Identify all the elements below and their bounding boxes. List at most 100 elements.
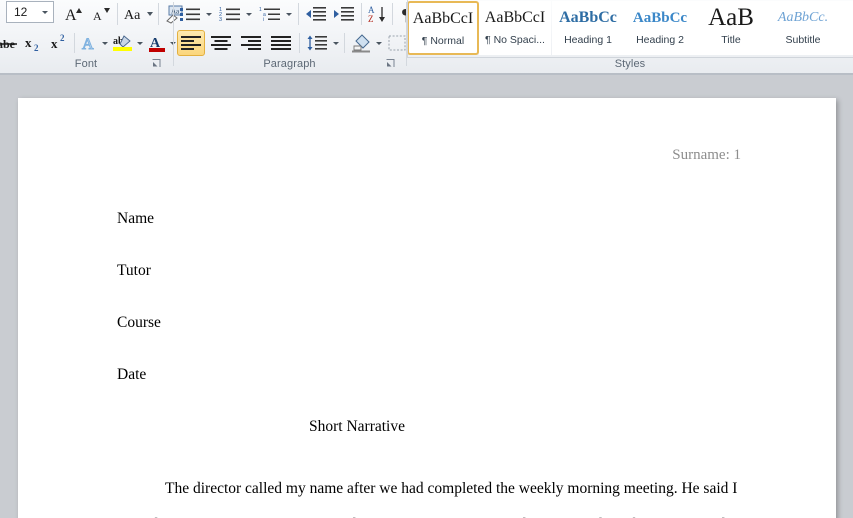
shrink-font-icon: A [93,8,110,23]
align-center-button[interactable] [207,30,235,56]
numbering-icon: 1 2 3 [219,7,240,23]
style-label: Heading 2 [636,34,684,46]
dialog-launcher-icon [152,59,161,67]
increase-indent-icon [334,7,354,21]
superscript-button[interactable]: x 2 [48,30,72,56]
font-size-value: 12 [14,5,28,19]
style-item-subtitle[interactable]: AaBbCc. Subtitle [767,1,839,55]
align-center-icon [211,36,231,50]
grow-font-button[interactable]: A [62,1,88,27]
style-item-heading-1[interactable]: AaBbCс Heading 1 [552,1,624,55]
heading-line-tutor: Tutor [117,262,151,279]
font-dialog-launcher[interactable] [151,58,162,69]
document-canvas[interactable]: Surname: 1 Name Tutor Course Date Short … [0,75,853,518]
increase-indent-button[interactable] [331,1,357,27]
style-preview: AaB [708,4,754,31]
chevron-down-icon [42,10,48,14]
word-application-window: 12 A A Aa Aa abe x 2 x 2 A ab A Font 1 2… [0,0,853,518]
text-effects-button[interactable]: A [78,30,100,56]
style-label: Title [721,34,741,46]
text-effects-dropdown[interactable] [99,30,111,56]
font-size-combobox[interactable]: 12 [6,1,54,23]
dialog-launcher-icon [386,59,395,67]
bullets-icon [180,8,200,21]
borders-icon [388,35,406,51]
chevron-down-icon [333,41,339,45]
shading-dropdown[interactable] [373,30,385,56]
svg-text:2: 2 [60,33,65,43]
style-preview: A [838,2,853,34]
svg-text:1: 1 [259,7,262,13]
heading-line-course: Course [117,314,161,331]
style-item-normal[interactable]: AaBbCcI ¶ Normal [407,1,479,55]
chevron-down-icon [137,41,143,45]
change-case-button[interactable]: Aa [122,1,156,27]
line-spacing-dropdown[interactable] [330,30,342,56]
document-title: Short Narrative [309,418,405,435]
justify-icon [271,36,291,50]
paragraph-dialog-launcher[interactable] [385,58,396,69]
change-case-icon: Aa [124,8,153,23]
shading-button[interactable] [349,30,373,56]
ribbon: 12 A A Aa Aa abe x 2 x 2 A ab A Font 1 2… [0,0,853,75]
text-highlight-color-button[interactable]: ab [111,30,135,56]
svg-text:A: A [93,9,102,23]
bullets-dropdown[interactable] [203,1,215,27]
multilevel-list-dropdown[interactable] [283,1,295,27]
strikethrough-button[interactable]: abe [0,30,20,56]
chevron-down-icon [102,41,108,45]
style-item-heading-2[interactable]: AaBbCc Heading 2 [624,1,696,55]
style-item-no-spaci[interactable]: AaBbCcI ¶ No Spaci... [479,1,551,55]
line-spacing-button[interactable] [304,30,330,56]
line-spacing-icon [307,35,327,51]
style-preview: AaBbCcI [484,9,546,26]
text-effects-icon: A [81,35,94,53]
page-header-surname: Surname: 1 [672,147,741,163]
svg-text:A: A [65,7,77,24]
heading-line-date: Date [117,366,147,383]
style-item-s[interactable]: AS [837,1,853,55]
align-left-button[interactable] [177,30,205,56]
group-label-paragraph: Paragraph [263,58,316,70]
style-preview: AaBbCс [559,9,617,26]
style-label: Subtitle [785,34,821,46]
svg-text:Aa: Aa [124,8,141,23]
shrink-font-button[interactable]: A [90,1,114,27]
bullets-button[interactable] [177,1,203,27]
multilevel-list-button[interactable]: 1 a i [257,1,283,27]
multilevel-list-icon: 1 a i [259,7,280,23]
justify-button[interactable] [267,30,295,56]
body-paragraph: The director called my name after we had… [117,479,741,518]
document-page[interactable]: Surname: 1 Name Tutor Course Date Short … [18,98,836,518]
highlight-icon: ab [113,35,132,51]
font-color-icon: A [149,36,165,52]
align-right-button[interactable] [237,30,265,56]
heading-line-name: Name [117,210,155,227]
style-preview: AaBbCc [632,9,688,26]
chevron-down-icon [286,12,292,16]
ribbon-group-font: 12 A A Aa Aa abe x 2 x 2 A ab A Font [0,0,183,73]
chevron-down-icon [246,12,252,16]
subscript-button[interactable]: x 2 [22,30,46,56]
numbering-button[interactable]: 1 2 3 [217,1,243,27]
font-color-button[interactable]: A [146,30,168,56]
grow-font-icon: A [65,7,82,24]
sort-icon: A Z [368,5,385,24]
style-item-title[interactable]: AaB Title [695,1,767,55]
align-left-icon [181,36,201,50]
align-right-icon [241,36,261,50]
style-preview: AaBbCcI [412,10,474,27]
text-highlight-color-dropdown[interactable] [134,30,146,56]
sort-button[interactable]: A Z [366,1,390,27]
style-label: ¶ Normal [421,35,465,47]
svg-text:3: 3 [219,17,222,23]
svg-text:Z: Z [368,14,374,24]
style-label: Heading 1 [564,34,612,46]
document-body[interactable]: Name Tutor Course Date Short Narrative T… [117,211,757,518]
group-label-font: Font [74,58,98,70]
chevron-down-icon [206,12,212,16]
svg-text:x: x [51,36,58,51]
decrease-indent-button[interactable] [303,1,329,27]
numbering-dropdown[interactable] [243,1,255,27]
style-label: ¶ No Spaci... [485,34,545,46]
